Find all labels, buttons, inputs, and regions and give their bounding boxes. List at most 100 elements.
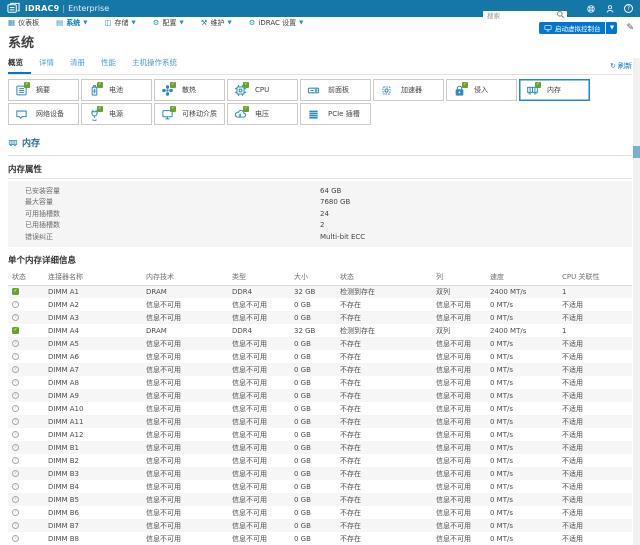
ok-badge-icon: ✓ bbox=[170, 82, 176, 88]
tile-pcie-slots[interactable]: PCIe 插槽 bbox=[300, 103, 371, 125]
memory-details-title: 单个内存详细信息 bbox=[8, 255, 77, 266]
table-cell: 0 GB bbox=[294, 391, 311, 400]
table-cell: 0 MT/s bbox=[490, 300, 513, 309]
launch-virtual-console-button[interactable]: 启动虚拟控制台 bbox=[538, 22, 606, 34]
table-cell: 信息不可用 bbox=[146, 508, 181, 517]
table-cell: DIMM A7 bbox=[48, 365, 80, 374]
ok-status-icon: ✓ bbox=[12, 288, 19, 296]
table-cell: 信息不可用 bbox=[146, 534, 181, 543]
table-cell: 不存在 bbox=[340, 443, 361, 452]
tile-label: 电源 bbox=[109, 110, 123, 118]
table-cell: 0 MT/s bbox=[490, 352, 513, 361]
column-header: 状态 bbox=[336, 268, 432, 286]
refresh-button[interactable]: ↻ 刷新 bbox=[610, 61, 632, 74]
table-cell: 0 MT/s bbox=[490, 521, 513, 530]
scrollbar-track[interactable] bbox=[633, 58, 640, 545]
edit-pencil-icon[interactable]: ✎ bbox=[626, 23, 634, 33]
idrac-logo-icon[interactable] bbox=[7, 2, 20, 15]
table-row: ? DIMM B6 信息不可用 信息不可用 0 GB 不存在 信息不可用 0 MT/s 不适用 bbox=[8, 506, 632, 519]
tile-front-panel[interactable]: 前面板 bbox=[300, 79, 371, 101]
table-cell: 信息不可用 bbox=[436, 508, 471, 517]
tile-power[interactable]: ✓ 电源 bbox=[81, 103, 152, 125]
tab-概览[interactable]: 概览 bbox=[8, 54, 31, 74]
table-cell: 0 GB bbox=[294, 521, 311, 530]
table-cell: 0 GB bbox=[294, 365, 311, 374]
attribute-row: 最大容量 7680 GB bbox=[25, 197, 632, 209]
table-cell: 信息不可用 bbox=[232, 495, 267, 504]
table-cell: 信息不可用 bbox=[436, 404, 471, 413]
divider bbox=[8, 178, 632, 179]
table-cell: 信息不可用 bbox=[146, 469, 181, 478]
nav-item-maintenance[interactable]: ⚒ 维护 ▼ bbox=[201, 18, 232, 28]
table-row: ? DIMM A3 信息不可用 信息不可用 0 GB 不存在 信息不可用 0 MT/s 不适用 bbox=[8, 311, 632, 324]
table-cell: 不适用 bbox=[562, 339, 583, 348]
nav-item-configuration[interactable]: ⚙ 配置 ▼ bbox=[153, 18, 184, 28]
table-cell: 不存在 bbox=[340, 378, 361, 387]
tab-清册[interactable]: 清册 bbox=[62, 54, 93, 74]
table-cell: 信息不可用 bbox=[232, 352, 267, 361]
table-cell: 不存在 bbox=[340, 391, 361, 400]
page-title: 系统 bbox=[8, 36, 35, 51]
tab-详情[interactable]: 详情 bbox=[31, 54, 62, 74]
table-cell: 0 GB bbox=[294, 339, 311, 348]
table-row: ? DIMM B3 信息不可用 信息不可用 0 GB 不存在 信息不可用 0 MT/s 不适用 bbox=[8, 467, 632, 480]
table-cell: 信息不可用 bbox=[436, 521, 471, 530]
table-cell: 0 MT/s bbox=[490, 482, 513, 491]
tile-memory[interactable]: ✓ 内存 bbox=[519, 79, 590, 101]
table-cell: 0 GB bbox=[294, 469, 311, 478]
search-box[interactable] bbox=[483, 3, 567, 22]
table-row: ? DIMM A10 信息不可用 信息不可用 0 GB 不存在 信息不可用 0 MT/s 不适用 bbox=[8, 402, 632, 415]
search-input[interactable] bbox=[483, 10, 567, 22]
table-row: ? DIMM A9 信息不可用 信息不可用 0 GB 不存在 信息不可用 0 MT/s 不适用 bbox=[8, 389, 632, 402]
unknown-status-icon: ? bbox=[12, 392, 19, 399]
unknown-status-icon: ? bbox=[12, 444, 19, 451]
tile-accelerator[interactable]: 加速器 bbox=[373, 79, 444, 101]
table-cell: 信息不可用 bbox=[436, 482, 471, 491]
console-dropdown-button[interactable]: ▼ bbox=[606, 22, 618, 34]
column-header: 状态 bbox=[8, 268, 44, 286]
nav-item-dashboard[interactable]: ▦ 仪表板 bbox=[8, 18, 39, 28]
tile-label: 侵入 bbox=[474, 86, 488, 94]
unknown-status-icon: ? bbox=[12, 470, 19, 477]
tile-intrusion[interactable]: ✓ 侵入 bbox=[446, 79, 517, 101]
attribute-label: 最大容量 bbox=[25, 198, 53, 207]
table-cell: 信息不可用 bbox=[146, 352, 181, 361]
tab-性能[interactable]: 性能 bbox=[93, 54, 124, 74]
tile-cpu[interactable]: ✓ CPU bbox=[227, 79, 298, 101]
tile-label: 网络设备 bbox=[36, 110, 64, 118]
user-icon[interactable] bbox=[605, 4, 615, 14]
memory-section-title: 内存 bbox=[22, 139, 41, 149]
table-cell: 信息不可用 bbox=[146, 456, 181, 465]
column-header: 速度 bbox=[486, 268, 558, 286]
table-cell: 信息不可用 bbox=[146, 339, 181, 348]
table-cell: DIMM A11 bbox=[48, 417, 84, 426]
search-icon[interactable] bbox=[556, 4, 565, 23]
table-cell: 检测到存在 bbox=[340, 326, 375, 335]
support-icon[interactable] bbox=[586, 4, 596, 14]
edition-label: Enterprise bbox=[68, 4, 110, 13]
nav-item-idrac-settings[interactable]: ⚙ iDRAC 设置 ▼ bbox=[249, 18, 304, 28]
tile-voltage[interactable]: ✓ 电压 bbox=[227, 103, 298, 125]
scrollbar-thumb[interactable] bbox=[633, 146, 640, 158]
hardware-tile-grid: ✓ 摘要 ✓ 电池 ✓ 散热 ✓ CPU 前面板 加速器 ✓ 侵入 ✓ 内存 网络设备 ✓ 电源 ✓ 可移动介质 ✓ 电… bbox=[8, 79, 592, 125]
table-cell: 不存在 bbox=[340, 469, 361, 478]
tile-cooling[interactable]: ✓ 散热 bbox=[154, 79, 225, 101]
nav-item-system[interactable]: ▤ 系统 ▼ bbox=[56, 18, 87, 28]
tile-removable-media[interactable]: ✓ 可移动介质 bbox=[154, 103, 225, 125]
tile-summary[interactable]: ✓ 摘要 bbox=[8, 79, 79, 101]
configuration-icon: ⚙ bbox=[152, 18, 160, 28]
table-cell: DIMM A10 bbox=[48, 404, 84, 413]
table-cell: 信息不可用 bbox=[436, 430, 471, 439]
nav-item-storage[interactable]: ◫ 存储 ▼ bbox=[104, 18, 135, 28]
accelerator-icon bbox=[380, 84, 393, 97]
table-cell: 不适用 bbox=[562, 443, 583, 452]
nav-item-label: 维护 bbox=[210, 19, 225, 27]
attribute-row: 已用插槽数 2 bbox=[25, 220, 632, 232]
tab-主机操作系统[interactable]: 主机操作系统 bbox=[124, 54, 185, 74]
tile-network-devices[interactable]: 网络设备 bbox=[8, 103, 79, 125]
table-cell: 不适用 bbox=[562, 313, 583, 322]
help-icon[interactable]: ? bbox=[624, 4, 633, 13]
tile-battery[interactable]: ✓ 电池 bbox=[81, 79, 152, 101]
dashboard-icon: ▦ bbox=[8, 18, 16, 28]
table-cell: 0 GB bbox=[294, 534, 311, 543]
